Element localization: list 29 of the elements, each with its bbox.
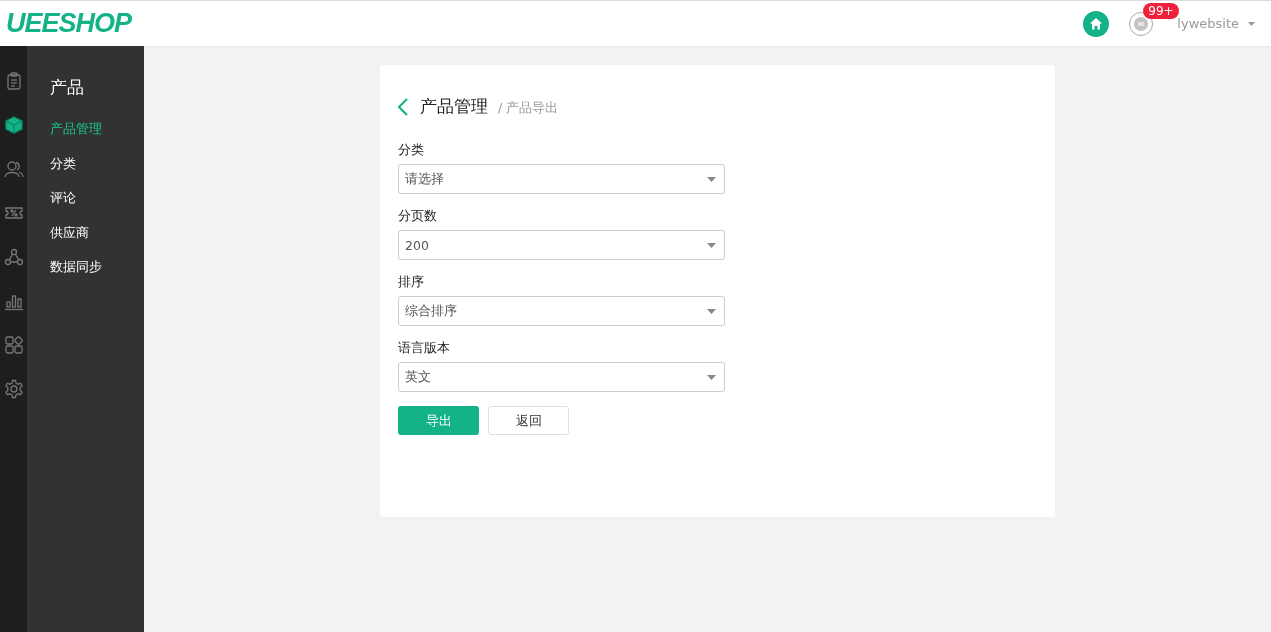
home-icon[interactable] (1083, 10, 1110, 37)
select-field[interactable]: 200 (398, 230, 725, 260)
dropdown-caret-icon (707, 374, 716, 380)
network-icon[interactable] (3, 247, 24, 267)
notification-badge: 99+ (1143, 2, 1179, 19)
sidebar-item[interactable]: 供应商 (27, 224, 144, 259)
cube-icon[interactable] (3, 115, 24, 135)
select-field[interactable]: 请选择 (398, 164, 725, 194)
caret-icon[interactable] (1248, 21, 1255, 26)
sidebar-item[interactable]: 数据同步 (27, 259, 144, 294)
page-title: 产品管理 (420, 95, 488, 118)
field-label: 分页数 (398, 208, 438, 225)
breadcrumb: / 产品导出 (498, 100, 559, 117)
field-label: 排序 (398, 274, 425, 291)
dropdown-caret-icon (707, 308, 716, 314)
sidebar-item[interactable]: 评论 (27, 190, 144, 225)
field-label: 语言版本 (398, 340, 451, 357)
sidebar-title: 产品 (49, 76, 85, 99)
sidebar-item[interactable]: 产品管理 (27, 121, 144, 156)
select-field[interactable]: 英文 (398, 362, 725, 392)
users-icon[interactable] (3, 159, 24, 179)
dropdown-caret-icon (707, 176, 716, 182)
sidebar-item[interactable]: 分类 (27, 155, 144, 190)
field-label: 分类 (398, 142, 425, 159)
select-field[interactable]: 综合排序 (398, 296, 725, 326)
back-button[interactable]: 返回 (488, 406, 569, 435)
dropdown-caret-icon (707, 242, 716, 248)
settings-icon[interactable] (3, 379, 24, 399)
apps-icon[interactable] (3, 335, 24, 355)
